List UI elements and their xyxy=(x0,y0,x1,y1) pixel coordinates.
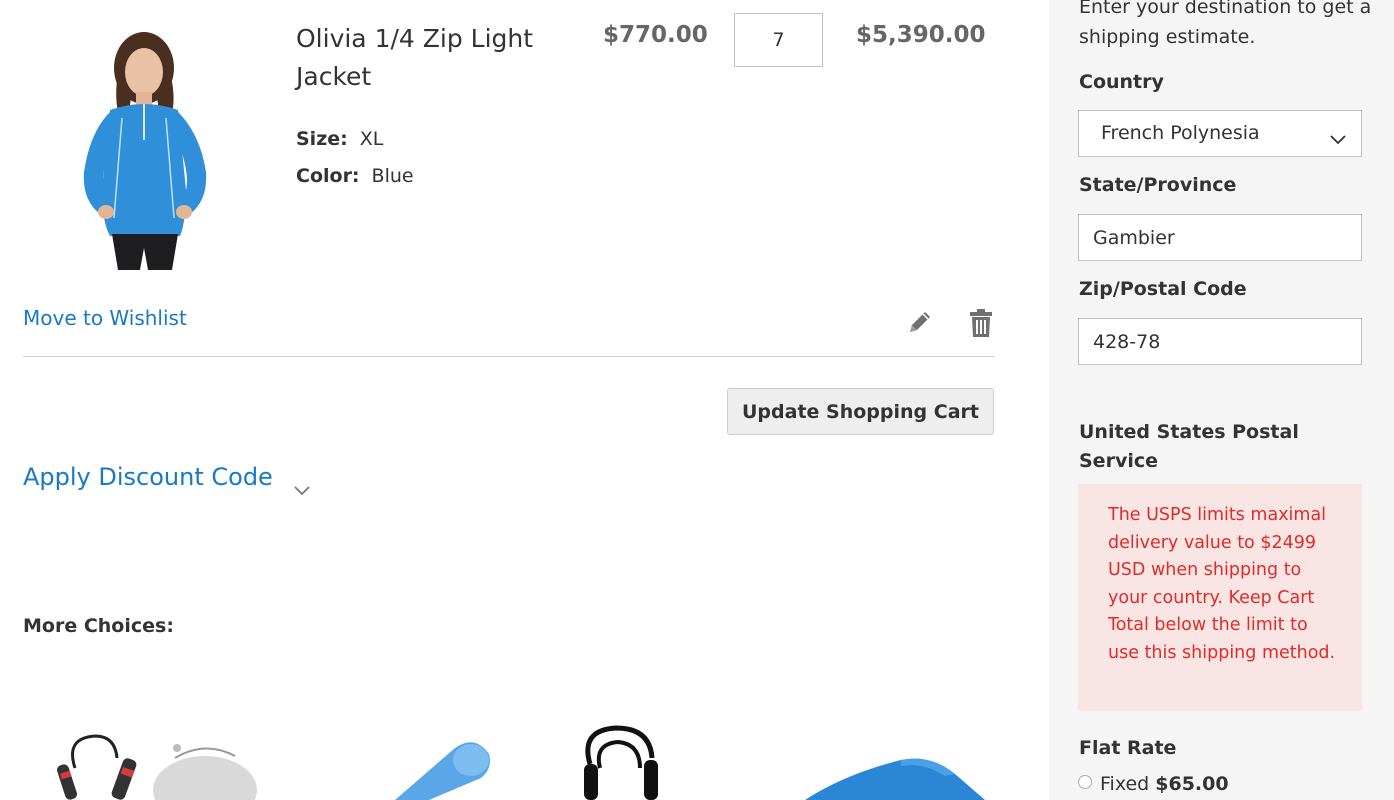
country-select[interactable]: French Polynesia xyxy=(1078,110,1362,157)
pencil-icon xyxy=(906,312,934,340)
product-option-color: Color: Blue xyxy=(296,165,414,187)
option-value: XL xyxy=(359,128,384,150)
apply-discount-code-toggle[interactable]: Apply Discount Code xyxy=(23,463,311,496)
product-name[interactable]: Olivia 1/4 Zip Light Jacket xyxy=(296,20,566,96)
shipping-estimate-intro: Enter your destination to get a shipping… xyxy=(1079,0,1372,48)
zip-postal-code-label: Zip/Postal Code xyxy=(1079,278,1247,300)
chevron-down-icon xyxy=(1329,130,1347,145)
shipping-error-message: The USPS limits maximal delivery value t… xyxy=(1078,484,1362,711)
cart-item-divider xyxy=(23,356,994,357)
product-photo[interactable] xyxy=(40,22,240,270)
flat-rate-price: $65.00 xyxy=(1155,773,1229,795)
discount-label: Apply Discount Code xyxy=(23,463,273,491)
carrier-title-usps: United States Postal Service xyxy=(1079,421,1299,472)
update-shopping-cart-button[interactable]: Update Shopping Cart xyxy=(727,388,994,435)
trash-icon xyxy=(968,309,994,342)
jump-rope-icon xyxy=(55,734,260,800)
recommended-product-yoga-mat[interactable] xyxy=(805,756,985,800)
foam-roller-icon xyxy=(385,742,495,800)
move-to-wishlist-link[interactable]: Move to Wishlist xyxy=(23,306,187,330)
state-province-label: State/Province xyxy=(1079,174,1237,196)
item-price: $770.00 xyxy=(603,22,708,48)
error-text: The USPS limits maximal delivery value t… xyxy=(1108,505,1336,663)
quantity-input[interactable] xyxy=(734,13,823,67)
zip-postal-code-input[interactable] xyxy=(1078,318,1362,365)
carrier-title-flat-rate: Flat Rate xyxy=(1079,737,1177,759)
recommended-product-foam-roller[interactable] xyxy=(385,740,495,800)
flat-rate-radio[interactable] xyxy=(1078,775,1092,789)
country-label: Country xyxy=(1079,71,1164,93)
flat-rate-option[interactable]: Fixed $65.00 xyxy=(1078,773,1229,795)
item-subtotal: $5,390.00 xyxy=(856,22,986,48)
yoga-mat-icon xyxy=(805,758,985,800)
shopping-cart-page: Olivia 1/4 Zip Light Jacket Size: XL Colo… xyxy=(0,0,1394,800)
country-selected-value: French Polynesia xyxy=(1101,122,1260,144)
resistance-band-icon xyxy=(570,725,670,800)
flat-rate-option-label: Fixed xyxy=(1100,773,1150,795)
delete-item-button[interactable] xyxy=(968,308,994,338)
chevron-down-icon xyxy=(293,474,311,496)
edit-item-button[interactable] xyxy=(906,308,934,336)
option-value: Blue xyxy=(371,165,414,187)
state-province-input[interactable] xyxy=(1078,214,1362,261)
recommended-product-resistance-band[interactable] xyxy=(570,724,670,800)
recommended-product-jump-rope[interactable] xyxy=(55,728,260,800)
option-label: Size: xyxy=(296,128,348,150)
option-label: Color: xyxy=(296,165,360,187)
more-choices-heading: More Choices: xyxy=(23,615,174,637)
product-option-size: Size: XL xyxy=(296,128,383,150)
